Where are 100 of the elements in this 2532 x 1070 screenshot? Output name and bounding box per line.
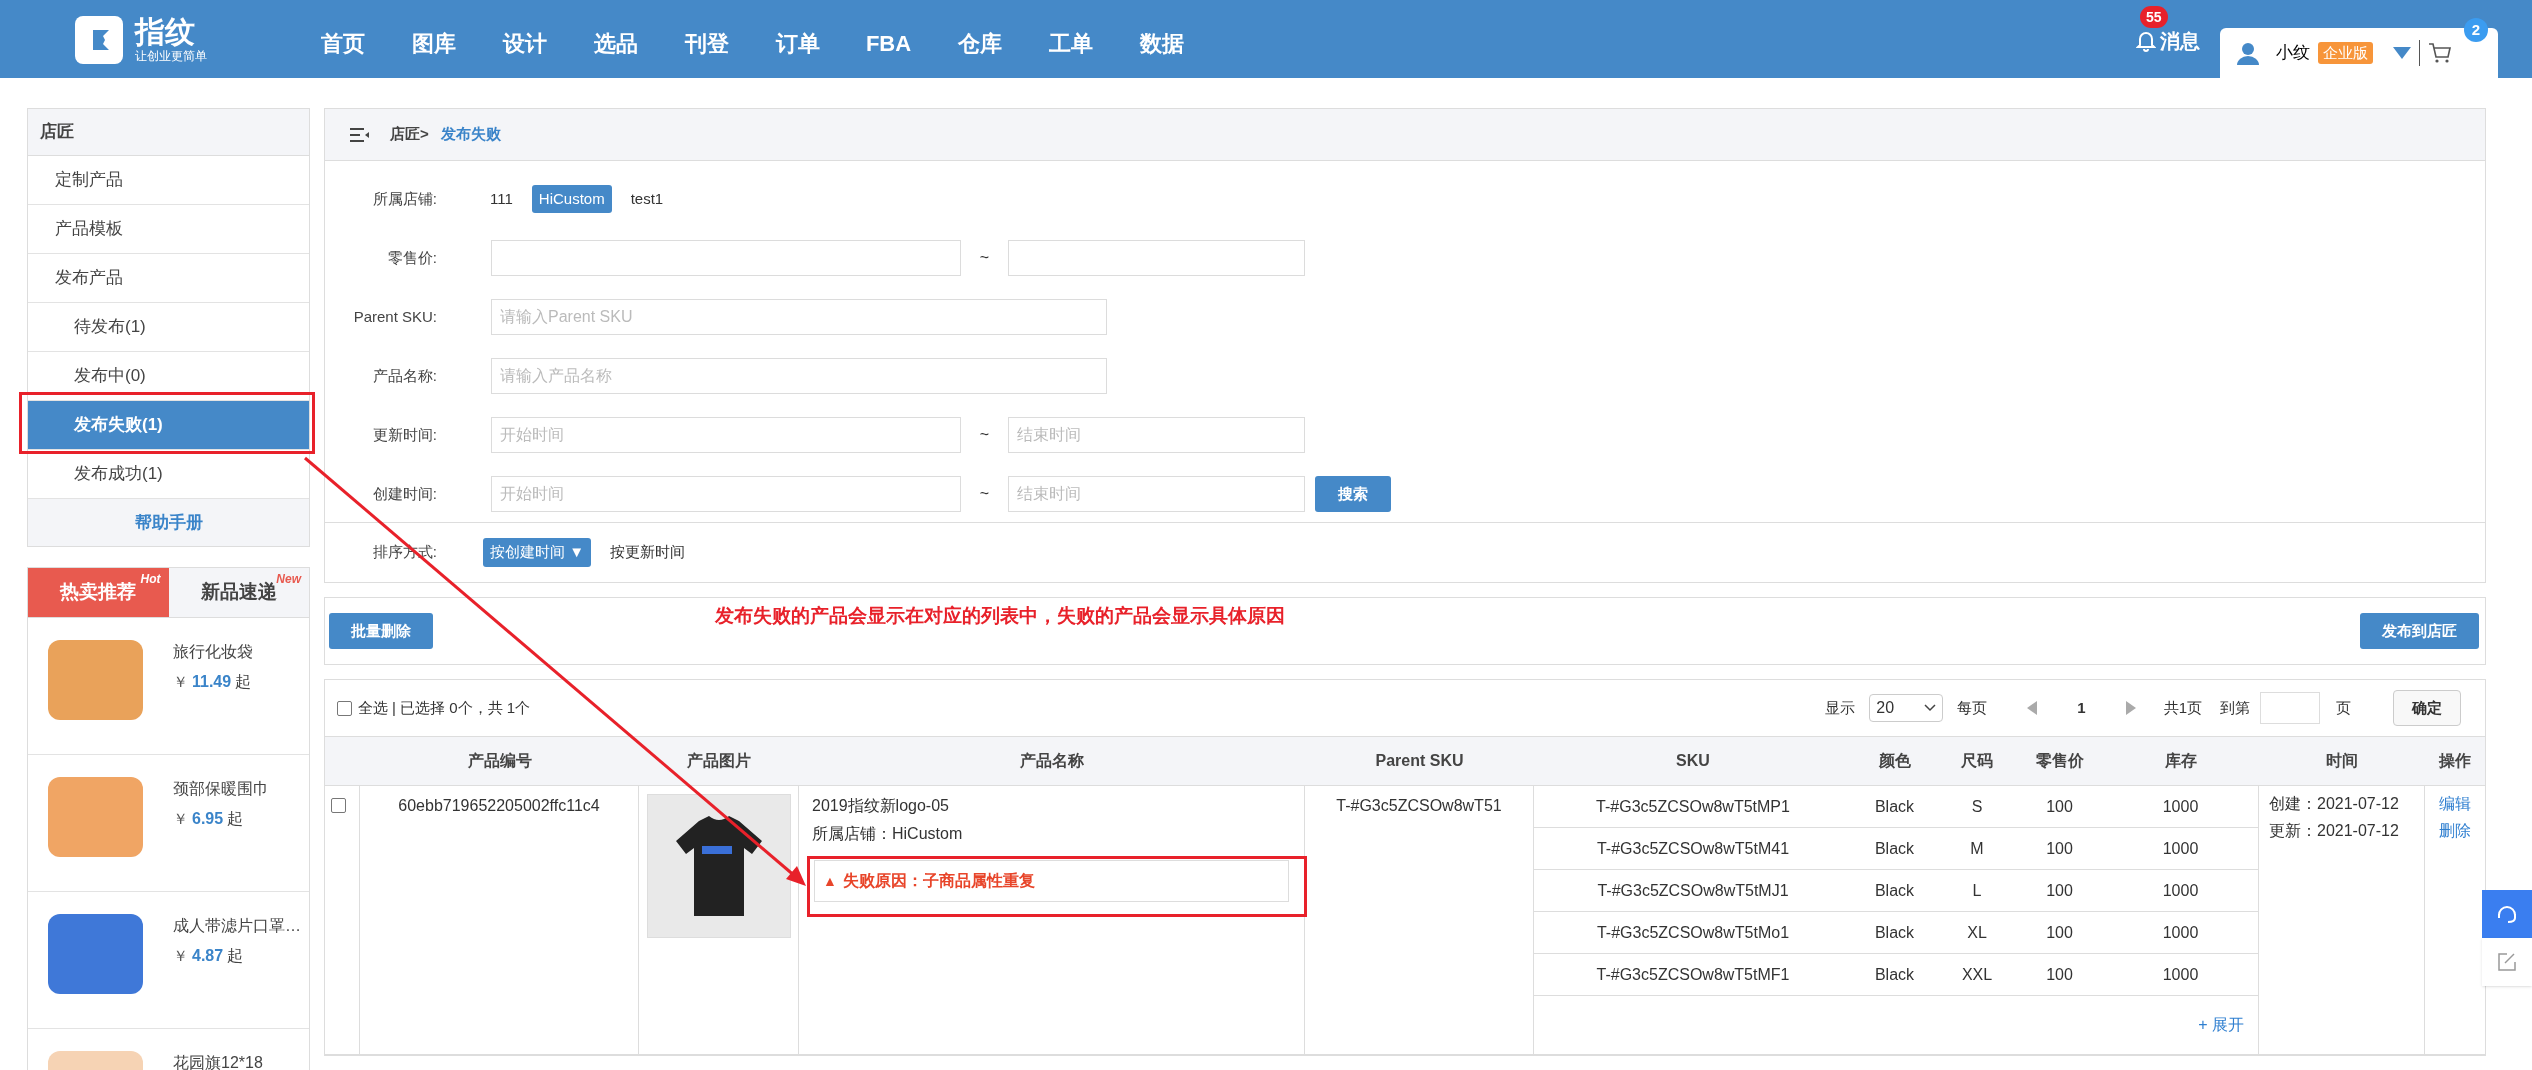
number-input[interactable] — [491, 240, 961, 276]
price-suffix: 起 — [227, 946, 244, 966]
field-label: 创建时间: — [371, 483, 438, 504]
expand-link[interactable]: + 展开 — [2198, 1013, 2244, 1037]
nav-link[interactable]: 刊登 — [661, 27, 752, 60]
text-input[interactable]: 结束时间 — [1008, 417, 1305, 453]
cart-icon[interactable] — [2428, 42, 2452, 64]
number-input[interactable] — [1008, 240, 1305, 276]
product-store: 所属店铺：HiCustom — [812, 824, 964, 844]
product-name[interactable]: 旅行化妆袋 — [173, 640, 253, 664]
variant-price: 100 — [2046, 923, 2073, 941]
messages-link[interactable]: 消息 — [2160, 26, 2200, 56]
selection-summary: | 已选择 0个，共 1个 — [392, 697, 531, 718]
bell-icon[interactable] — [2136, 30, 2156, 52]
select-all-checkbox[interactable] — [337, 700, 352, 716]
variant-color: Black — [1874, 965, 1915, 983]
column-header: SKU — [1676, 752, 1710, 769]
publish-button[interactable]: 发布到店匠 — [2360, 613, 2479, 649]
logo-icon — [75, 16, 123, 64]
variant-price: 100 — [2046, 881, 2073, 899]
column-header: 产品名称 — [1020, 752, 1084, 769]
variant-price: 100 — [2046, 839, 2073, 857]
range-separator: ~ — [978, 248, 991, 268]
confirm-button[interactable]: 确定 — [2393, 690, 2461, 726]
sidebar-item[interactable]: 发布产品 — [28, 254, 309, 303]
dropdown-caret-icon[interactable] — [2393, 47, 2411, 59]
variant-price: 100 — [2046, 965, 2073, 983]
batch-delete-button[interactable]: 批量删除 — [329, 613, 433, 649]
sku-code: T-#G3c5ZCSOw8wT5tMP1 — [1596, 797, 1790, 815]
chevron-down-icon — [1924, 704, 1937, 712]
currency-symbol: ￥ — [173, 809, 188, 829]
next-page-icon[interactable] — [2125, 701, 2136, 715]
text-input[interactable]: 开始时间 — [491, 476, 961, 512]
nav-link[interactable]: 数据 — [1116, 27, 1207, 60]
page-number-input[interactable] — [2260, 692, 2320, 724]
help-manual-link[interactable]: 帮助手册 — [28, 499, 309, 546]
product-name[interactable]: 成人带滤片口罩… — [173, 914, 301, 938]
field-label: 零售价: — [386, 247, 438, 268]
product-price: 6.95 — [192, 809, 224, 829]
sidebar-item[interactable]: 产品模板 — [28, 205, 309, 254]
sidebar-item[interactable]: 发布失败(1) — [28, 401, 309, 450]
page-size-select[interactable]: 20 — [1869, 694, 1944, 722]
nav-link[interactable]: 仓库 — [934, 27, 1025, 60]
product-name[interactable]: 颈部保暖围巾 — [173, 777, 269, 801]
text-input[interactable]: 结束时间 — [1008, 476, 1305, 512]
pagination-label: 显示 — [1825, 697, 1856, 718]
sku-code: T-#G3c5ZCSOw8wT5tMF1 — [1596, 965, 1790, 983]
variant-size: XL — [1967, 923, 1987, 941]
previous-page-icon[interactable] — [2027, 701, 2038, 715]
variant-color: Black — [1874, 923, 1915, 941]
support-button[interactable] — [2482, 890, 2532, 938]
error-reason: 失败原因：子商品属性重复 — [842, 871, 1035, 891]
store-option[interactable]: test1 — [623, 184, 671, 214]
field-label: Parent SKU: — [352, 306, 438, 327]
edit-icon — [2497, 952, 2517, 972]
nav-link[interactable]: 首页 — [297, 27, 388, 60]
column-header: 零售价 — [2035, 752, 2084, 769]
action-link[interactable]: 删除 — [2439, 819, 2471, 843]
annotation-text: 发布失败的产品会显示在对应的列表中，失败的产品会显示具体原因 — [715, 604, 1285, 628]
sort-option[interactable]: 按创建时间 ▼ — [483, 538, 591, 567]
search-button[interactable]: 搜索 — [1315, 476, 1391, 512]
variant-stock: 1000 — [2162, 923, 2199, 941]
variant-size: S — [1971, 797, 1983, 815]
logo-slogan: 让创业更简单 — [135, 48, 207, 64]
sku-code: T-#G3c5ZCSOw8wT5tMJ1 — [1597, 881, 1789, 899]
price-suffix: 起 — [227, 809, 244, 829]
sidebar-item[interactable]: 定制产品 — [28, 156, 309, 205]
parent-sku: T-#G3c5ZCSOw8wT51 — [1336, 797, 1502, 814]
variant-size: XXL — [1961, 965, 1993, 983]
pagination-label: 到第 — [2220, 697, 2250, 718]
variant-stock: 1000 — [2162, 839, 2199, 857]
text-input[interactable]: 请输入产品名称 — [491, 358, 1107, 394]
pagination-label: 共1页 — [2163, 697, 2202, 718]
action-link[interactable]: 编辑 — [2439, 792, 2471, 816]
nav-link[interactable]: FBA — [843, 27, 934, 60]
nav-link[interactable]: 选品 — [570, 27, 661, 60]
variant-color: Black — [1874, 881, 1915, 899]
nav-link[interactable]: 订单 — [752, 27, 843, 60]
current-page[interactable]: 1 — [2077, 696, 2086, 720]
variant-color: Black — [1874, 839, 1915, 857]
nav-link[interactable]: 设计 — [479, 27, 570, 60]
feedback-button[interactable] — [2482, 938, 2532, 986]
price-suffix: 起 — [235, 672, 252, 692]
product-price: 4.87 — [192, 946, 224, 966]
sidebar-item[interactable]: 待发布(1) — [28, 303, 309, 352]
nav-link[interactable]: 工单 — [1025, 27, 1116, 60]
updated-time: 更新：2021-07-12 — [2269, 821, 2400, 841]
store-option[interactable]: HiCustom — [531, 184, 612, 214]
breadcrumb-parent: 店匠> — [390, 124, 429, 145]
store-option[interactable]: 111 — [483, 184, 520, 214]
nav-link[interactable]: 图库 — [388, 27, 479, 60]
text-input[interactable]: 开始时间 — [491, 417, 961, 453]
range-separator: ~ — [978, 484, 991, 504]
sort-option[interactable]: 按更新时间 — [603, 538, 692, 567]
recommend-tab[interactable]: 热卖推荐 Hot — [28, 568, 169, 617]
row-checkbox[interactable] — [331, 798, 346, 813]
product-name[interactable]: 花园旗12*18 — [173, 1051, 263, 1070]
text-input[interactable]: 请输入Parent SKU — [491, 299, 1107, 335]
menu-collapse-icon[interactable] — [350, 127, 370, 142]
column-header: Parent SKU — [1375, 752, 1464, 769]
